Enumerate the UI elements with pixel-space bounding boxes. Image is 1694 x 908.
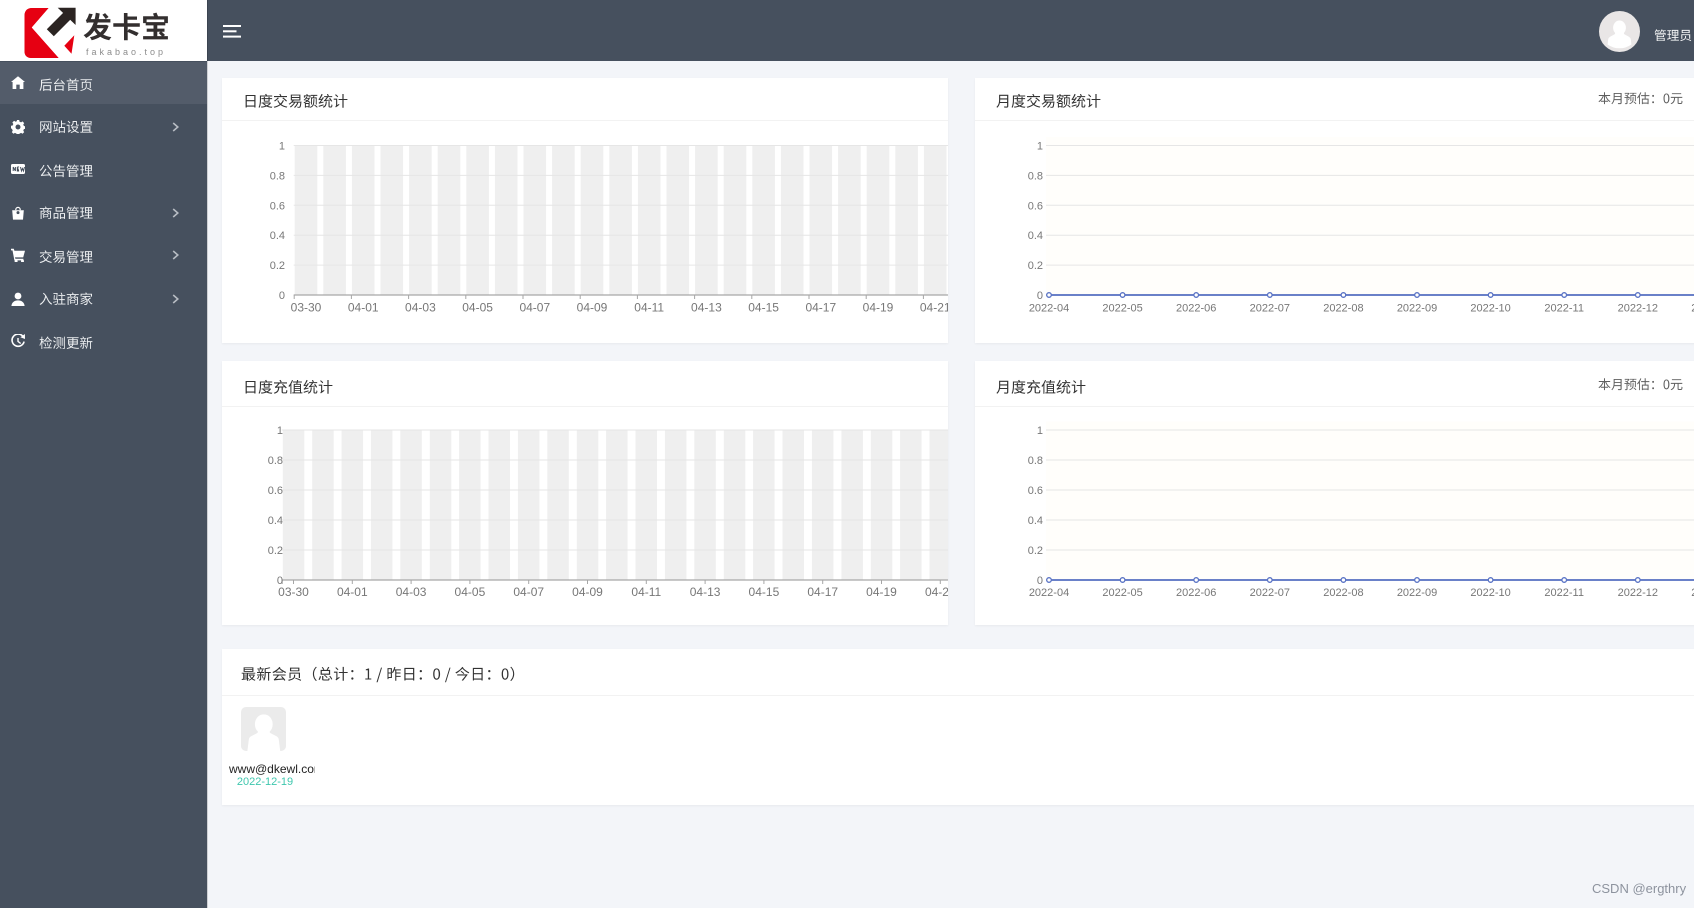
svg-text:0.6: 0.6 (270, 200, 285, 212)
svg-text:03-30: 03-30 (278, 585, 309, 599)
svg-text:0.2: 0.2 (268, 545, 283, 557)
svg-text:04-07: 04-07 (519, 301, 550, 315)
svg-text:2022-09: 2022-09 (1397, 587, 1437, 599)
svg-text:0.6: 0.6 (1028, 485, 1043, 497)
svg-text:2022-07: 2022-07 (1250, 303, 1290, 315)
svg-text:1: 1 (1037, 141, 1043, 153)
svg-text:04-03: 04-03 (396, 585, 427, 599)
svg-text:0.2: 0.2 (270, 260, 285, 272)
svg-text:04-07: 04-07 (513, 585, 544, 599)
svg-text:0.2: 0.2 (1028, 260, 1043, 272)
svg-text:04-21: 04-21 (920, 301, 948, 315)
svg-text:2022-08: 2022-08 (1323, 587, 1363, 599)
svg-text:0.4: 0.4 (268, 515, 283, 527)
svg-text:2022-04: 2022-04 (1029, 303, 1069, 315)
svg-text:2022-10: 2022-10 (1470, 303, 1510, 315)
svg-text:04-19: 04-19 (866, 585, 897, 599)
svg-text:04-13: 04-13 (690, 585, 721, 599)
svg-text:04-15: 04-15 (749, 585, 780, 599)
svg-text:04-11: 04-11 (631, 585, 661, 599)
svg-text:2022-07: 2022-07 (1250, 587, 1290, 599)
svg-text:0.2: 0.2 (1028, 545, 1043, 557)
svg-text:0: 0 (1037, 575, 1043, 587)
svg-text:04-01: 04-01 (348, 301, 379, 315)
svg-text:2022-09: 2022-09 (1397, 303, 1437, 315)
svg-text:04-19: 04-19 (863, 301, 894, 315)
svg-text:0.4: 0.4 (1028, 230, 1043, 242)
svg-text:2022-11: 2022-11 (1544, 303, 1584, 315)
svg-text:2022-10: 2022-10 (1470, 587, 1510, 599)
svg-text:04-13: 04-13 (691, 301, 722, 315)
svg-text:04-05: 04-05 (455, 585, 486, 599)
svg-text:2022-06: 2022-06 (1176, 303, 1216, 315)
svg-text:04-03: 04-03 (405, 301, 436, 315)
svg-text:04-21: 04-21 (925, 585, 948, 599)
svg-text:0.4: 0.4 (270, 230, 285, 242)
svg-text:0: 0 (279, 290, 285, 302)
svg-text:0.4: 0.4 (1028, 515, 1043, 527)
svg-text:2022-04: 2022-04 (1029, 587, 1069, 599)
svg-text:1: 1 (1037, 425, 1043, 437)
svg-text:04-09: 04-09 (577, 301, 608, 315)
svg-text:0.6: 0.6 (268, 485, 283, 497)
svg-text:04-09: 04-09 (572, 585, 603, 599)
svg-text:0.8: 0.8 (270, 170, 285, 182)
svg-text:04-05: 04-05 (462, 301, 493, 315)
svg-text:04-15: 04-15 (748, 301, 779, 315)
svg-text:0.8: 0.8 (268, 455, 283, 467)
svg-text:04-17: 04-17 (805, 301, 836, 315)
svg-text:2022-12: 2022-12 (1618, 303, 1658, 315)
svg-text:0.8: 0.8 (1028, 455, 1043, 467)
svg-text:04-17: 04-17 (807, 585, 838, 599)
svg-text:0.8: 0.8 (1028, 170, 1043, 182)
svg-text:2022-11: 2022-11 (1544, 587, 1584, 599)
svg-text:2022-06: 2022-06 (1176, 587, 1216, 599)
svg-text:04-11: 04-11 (634, 301, 664, 315)
svg-text:0.6: 0.6 (1028, 200, 1043, 212)
svg-text:2022-05: 2022-05 (1102, 587, 1142, 599)
svg-text:1: 1 (277, 425, 283, 437)
svg-text:0: 0 (1037, 290, 1043, 302)
svg-text:2022-08: 2022-08 (1323, 303, 1363, 315)
svg-text:2022-12: 2022-12 (1618, 587, 1658, 599)
svg-text:2022-05: 2022-05 (1102, 303, 1142, 315)
svg-text:03-30: 03-30 (291, 301, 322, 315)
svg-text:1: 1 (279, 141, 285, 153)
svg-text:04-01: 04-01 (337, 585, 368, 599)
